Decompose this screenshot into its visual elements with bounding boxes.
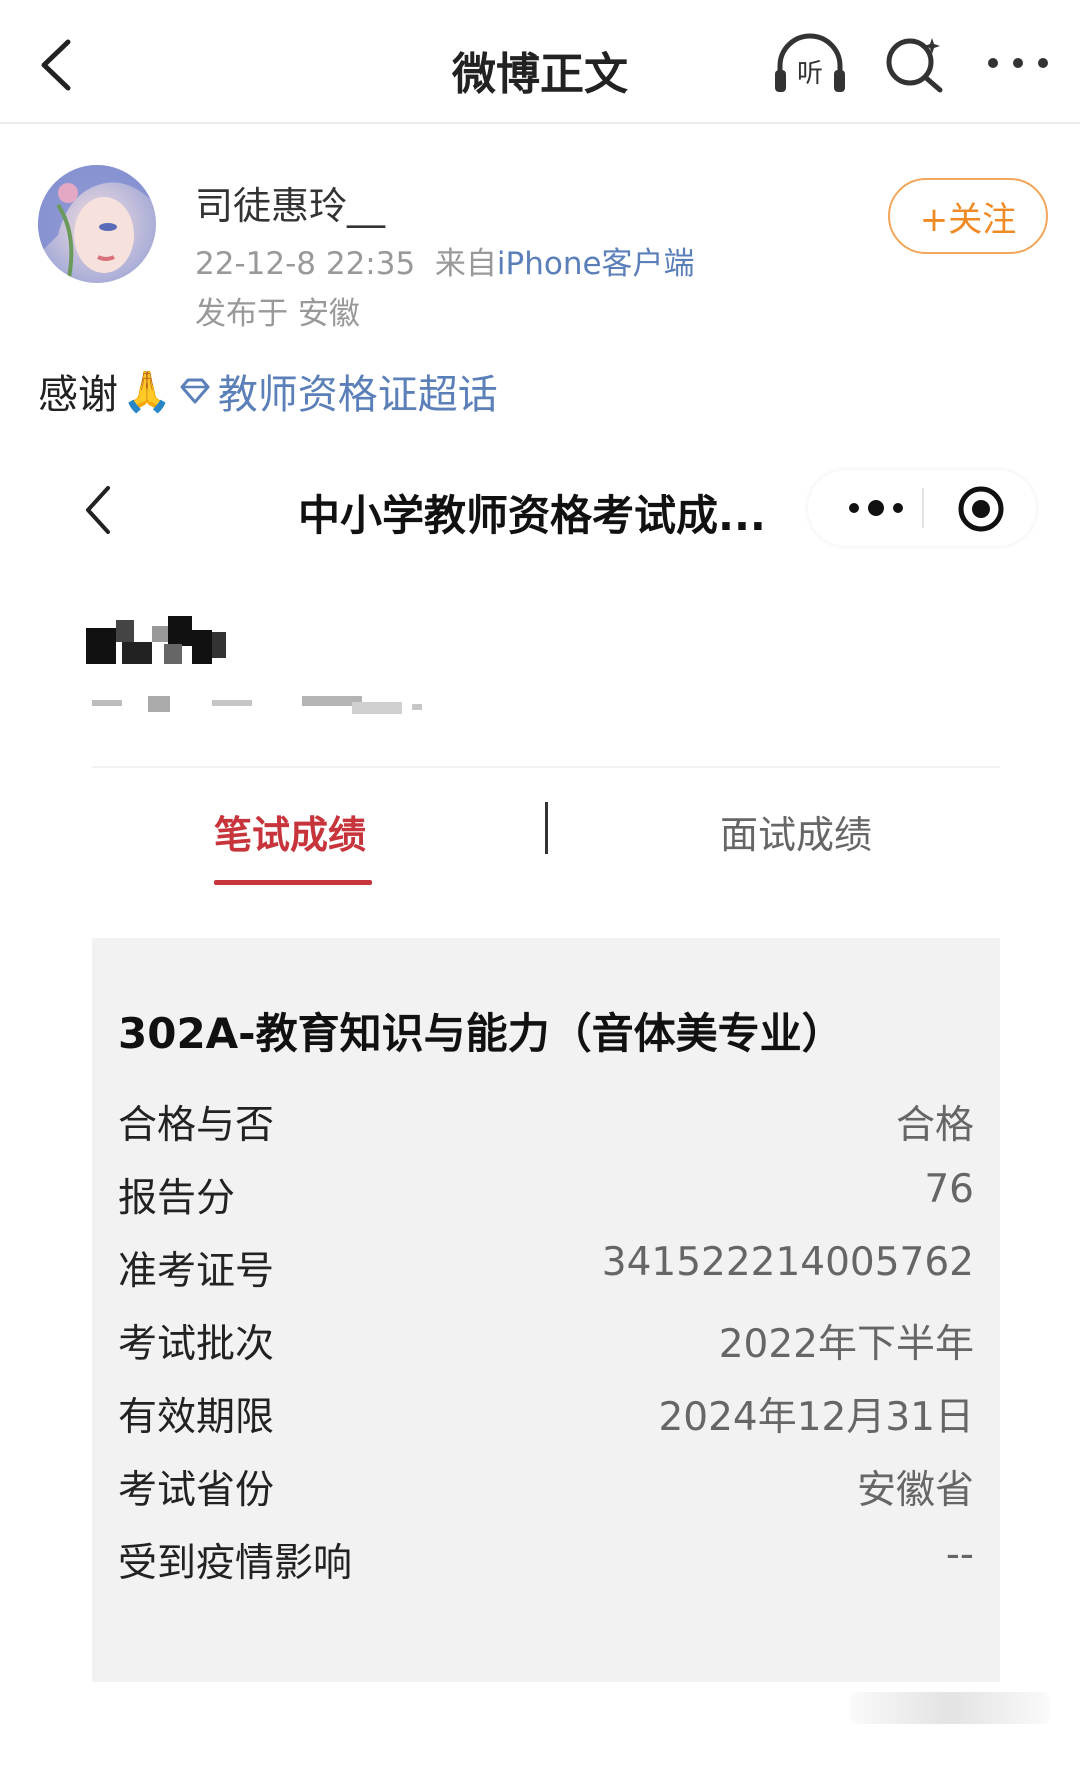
score-row: 合格与否 合格 <box>118 1094 974 1148</box>
row-label: 报告分 <box>118 1176 236 1221</box>
blurred-name <box>86 616 226 664</box>
score-row: 考试省份 安徽省 <box>118 1459 974 1513</box>
post-source[interactable]: iPhone客户端 <box>497 246 695 282</box>
post-meta: 22-12-8 22:35 来自iPhone客户端 <box>195 238 695 283</box>
active-tab-indicator <box>214 880 372 885</box>
row-value: 2024年12月31日 <box>658 1395 974 1440</box>
avatar[interactable] <box>38 165 156 283</box>
follow-button[interactable]: +关注 <box>888 178 1048 254</box>
top-nav-bar: 微博正文 听 <box>0 0 1080 124</box>
post-location: 发布于 安徽 <box>195 296 360 332</box>
watermark <box>850 1692 1050 1724</box>
mini-program-back-icon[interactable] <box>78 482 118 538</box>
row-label: 有效期限 <box>118 1395 275 1440</box>
row-value: 76 <box>924 1167 974 1212</box>
pray-emoji: 🙏 <box>122 368 172 415</box>
capsule-divider <box>922 488 924 528</box>
more-dots-icon[interactable] <box>838 470 918 546</box>
topic-label: 教师资格证超话 <box>217 372 498 418</box>
row-value: 安徽省 <box>856 1468 974 1513</box>
mini-program-capsule <box>808 470 1036 546</box>
score-card: 302A-教育知识与能力（音体美专业） 合格与否 合格 报告分 76 准考证号 … <box>92 938 1000 1682</box>
tab-written-score[interactable]: 笔试成绩 <box>214 804 366 859</box>
tab-separator <box>545 802 548 854</box>
search-icon[interactable] <box>882 32 948 94</box>
score-row: 准考证号 341522214005762 <box>118 1240 974 1294</box>
header-divider <box>92 766 1000 768</box>
post-time: 22-12-8 22:35 <box>195 246 416 282</box>
subject-title: 302A-教育知识与能力（音体美专业） <box>118 1009 844 1058</box>
row-label: 考试批次 <box>118 1322 275 1367</box>
score-row: 受到疫情影响 -- <box>118 1532 974 1586</box>
row-label: 合格与否 <box>118 1103 275 1148</box>
source-prefix: 来自 <box>434 246 497 282</box>
mini-program-title: 中小学教师资格考试成... <box>298 491 766 540</box>
score-row: 报告分 76 <box>118 1167 974 1221</box>
row-value: 341522214005762 <box>601 1240 974 1285</box>
row-label: 考试省份 <box>118 1468 275 1513</box>
row-value: 合格 <box>895 1103 974 1148</box>
score-row: 考试批次 2022年下半年 <box>118 1313 974 1367</box>
tab-interview-score[interactable]: 面试成绩 <box>720 804 872 859</box>
listen-label: 听 <box>797 59 823 89</box>
post-content: 感谢 🙏 教师资格证超话 <box>38 362 498 420</box>
row-label: 受到疫情影响 <box>118 1541 353 1586</box>
topic-link[interactable]: 教师资格证超话 <box>178 362 498 420</box>
listen-headphones-icon[interactable]: 听 <box>770 30 850 96</box>
more-icon[interactable] <box>985 50 1051 76</box>
row-label: 准考证号 <box>118 1249 275 1294</box>
diamond-icon <box>180 378 210 404</box>
close-target-icon[interactable] <box>954 482 1008 536</box>
username[interactable]: 司徒惠玲__ <box>195 175 385 230</box>
score-row: 有效期限 2024年12月31日 <box>118 1386 974 1440</box>
blurred-id <box>92 696 422 714</box>
post-text: 感谢 <box>38 372 118 418</box>
row-value: -- <box>945 1532 974 1577</box>
row-value: 2022年下半年 <box>718 1322 974 1367</box>
